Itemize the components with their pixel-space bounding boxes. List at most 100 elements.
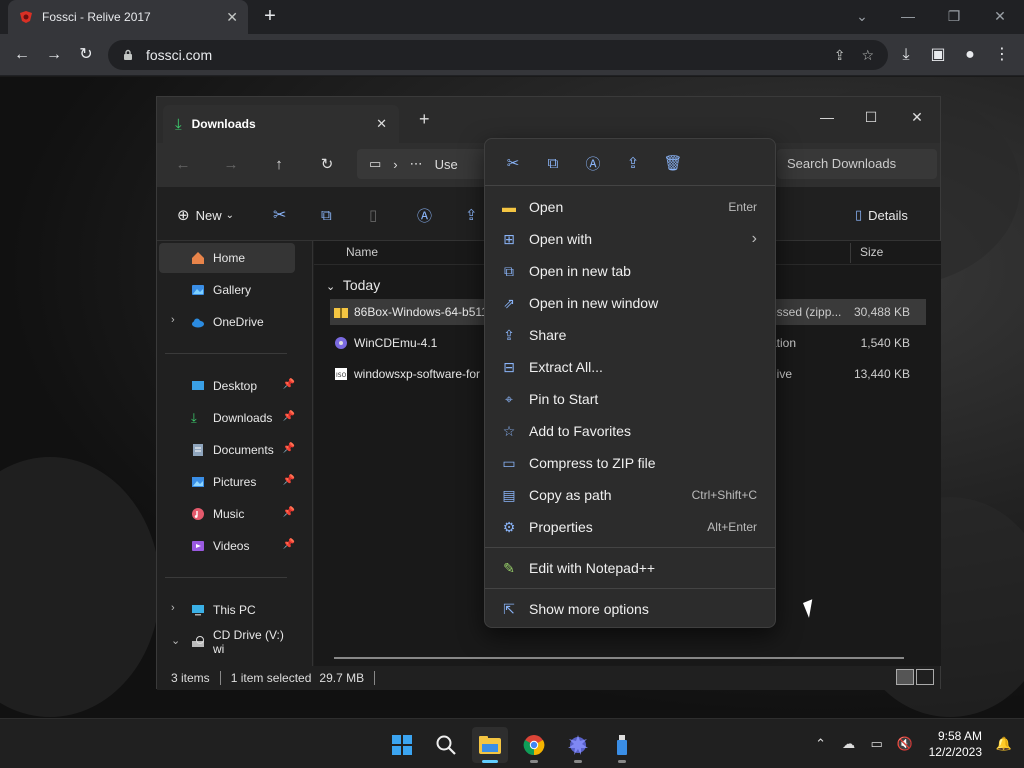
- chevron-down-icon[interactable]: ⌄: [171, 634, 180, 647]
- address-bar[interactable]: fossci.com ⇪ ☆: [108, 40, 888, 70]
- tiles-view-icon[interactable]: [916, 669, 934, 685]
- details-view-icon[interactable]: [896, 669, 914, 685]
- new-tab-button[interactable]: +: [258, 4, 282, 28]
- paste-icon[interactable]: ▯: [369, 201, 377, 229]
- profile-icon[interactable]: ●: [956, 42, 984, 68]
- taskbar-wincdemu[interactable]: [604, 727, 640, 763]
- sidebar-item-downloads[interactable]: ⤓ Downloads 📌: [159, 403, 295, 433]
- cut-icon[interactable]: ✂: [493, 145, 533, 181]
- breadcrumb-segment[interactable]: Use: [435, 157, 458, 172]
- pin-icon: 📌: [282, 443, 295, 454]
- menu-item-pin-to-start[interactable]: ⌖ Pin to Start: [491, 383, 771, 415]
- chevron-up-icon[interactable]: ⌃: [807, 736, 835, 752]
- sidebar-item-gallery[interactable]: Gallery: [159, 275, 295, 305]
- sidebar-item-this-pc[interactable]: › This PC: [159, 595, 295, 625]
- group-header-today[interactable]: ⌄ Today: [326, 277, 380, 293]
- explorer-tab-title: Downloads: [191, 117, 256, 131]
- taskbar-86box[interactable]: [560, 727, 596, 763]
- chevron-right-icon[interactable]: ›: [171, 602, 175, 614]
- menu-item-open-with[interactable]: ⊞ Open with ›: [491, 223, 771, 255]
- sidebar-item-pictures[interactable]: Pictures 📌: [159, 467, 295, 497]
- forward-arrow-icon[interactable]: →: [217, 151, 245, 179]
- sidebar-item-onedrive[interactable]: › OneDrive: [159, 307, 295, 337]
- network-icon[interactable]: ▭: [863, 736, 891, 752]
- start-button[interactable]: [384, 727, 420, 763]
- close-tab-icon[interactable]: ✕: [376, 116, 387, 132]
- menu-item-shortcut: Ctrl+Shift+C: [691, 488, 757, 502]
- close-tab-icon[interactable]: ✕: [226, 9, 238, 26]
- minimize-button[interactable]: —: [888, 2, 928, 30]
- reload-button[interactable]: ↻: [72, 42, 100, 68]
- cut-icon[interactable]: ✂: [273, 201, 286, 229]
- restore-button[interactable]: ❐: [934, 2, 974, 30]
- sidebar-item-documents[interactable]: Documents 📌: [159, 435, 295, 465]
- onedrive-tray-icon[interactable]: ☁: [835, 736, 863, 752]
- side-panel-icon[interactable]: ▣: [924, 42, 952, 68]
- share-icon[interactable]: ⇪: [613, 145, 653, 181]
- back-button[interactable]: ←: [8, 42, 36, 68]
- menu-item-edit-notepad-plus-plus[interactable]: ✎ Edit with Notepad++: [491, 552, 771, 584]
- chrome-menu-icon[interactable]: ⋮: [988, 42, 1016, 68]
- volume-muted-icon[interactable]: 🔇: [891, 736, 919, 752]
- share-icon[interactable]: ⇪: [834, 47, 846, 64]
- download-icon[interactable]: ⤓: [892, 42, 920, 68]
- browser-tab[interactable]: Fossci - Relive 2017 ✕: [8, 0, 248, 34]
- sidebar-item-desktop[interactable]: Desktop 📌: [159, 371, 295, 401]
- sidebar-item-cd-drive[interactable]: ⌄ CD Drive (V:) wi: [159, 627, 295, 657]
- search-button[interactable]: [428, 727, 464, 763]
- explorer-minimize-button[interactable]: —: [807, 103, 847, 131]
- menu-item-label: Add to Favorites: [529, 423, 631, 439]
- rename-icon[interactable]: Ⓐ: [417, 201, 432, 229]
- refresh-icon[interactable]: ↻: [313, 151, 341, 179]
- back-arrow-icon[interactable]: ←: [169, 151, 197, 179]
- file-size: 13,440 KB: [853, 367, 910, 381]
- sidebar-item-home[interactable]: Home: [159, 243, 295, 273]
- chevron-right-icon[interactable]: ›: [171, 314, 175, 326]
- explorer-tab-downloads[interactable]: ⤓ Downloads ✕: [163, 105, 399, 143]
- menu-item-copy-as-path[interactable]: ▤ Copy as path Ctrl+Shift+C: [491, 479, 771, 511]
- close-window-button[interactable]: ✕: [980, 2, 1020, 30]
- details-button[interactable]: ▯ Details: [855, 201, 908, 229]
- copy-icon[interactable]: ⧉: [321, 201, 332, 229]
- notification-bell-icon[interactable]: 🔔: [990, 736, 1018, 752]
- status-item-count: 3 items: [171, 671, 210, 685]
- menu-item-share[interactable]: ⇪ Share: [491, 319, 771, 351]
- clock[interactable]: 9:58 AM 12/2/2023: [929, 728, 982, 760]
- sidebar-item-music[interactable]: Music 📌: [159, 499, 295, 529]
- column-header-name[interactable]: Name: [346, 245, 378, 259]
- menu-item-properties[interactable]: ⚙ Properties Alt+Enter: [491, 511, 771, 543]
- search-input[interactable]: Search Downloads: [777, 149, 937, 179]
- menu-item-label: Compress to ZIP file: [529, 455, 656, 471]
- explorer-maximize-button[interactable]: ☐: [851, 103, 891, 131]
- rename-icon[interactable]: Ⓐ: [573, 145, 613, 181]
- new-button[interactable]: ⊕ New ⌄: [177, 201, 234, 229]
- delete-icon[interactable]: 🗑: [653, 145, 693, 181]
- breadcrumb-overflow-icon[interactable]: ⋯: [410, 156, 423, 172]
- chevron-down-icon: ⌄: [225, 209, 234, 221]
- copy-icon[interactable]: ⧉: [533, 145, 573, 181]
- tab-search-icon[interactable]: ⌄: [842, 2, 882, 30]
- horizontal-scrollbar[interactable]: [334, 657, 904, 659]
- menu-item-open-new-window[interactable]: ⇗ Open in new window: [491, 287, 771, 319]
- menu-item-open[interactable]: ▬ Open Enter: [491, 191, 771, 223]
- forward-button[interactable]: →: [40, 42, 68, 68]
- file-name: windowsxp-software-for: [354, 367, 481, 381]
- add-tab-button[interactable]: +: [419, 109, 430, 130]
- zip-folder-icon: [334, 305, 348, 319]
- system-tray: ⌃ ☁ ▭ 🔇 9:58 AM 12/2/2023 🔔: [807, 719, 1024, 768]
- taskbar-file-explorer[interactable]: [472, 727, 508, 763]
- sidebar-item-videos[interactable]: Videos 📌: [159, 531, 295, 561]
- usb-drive-icon: [617, 735, 627, 755]
- menu-item-compress-zip[interactable]: ▭ Compress to ZIP file: [491, 447, 771, 479]
- taskbar-chrome[interactable]: [516, 727, 552, 763]
- bookmark-star-icon[interactable]: ☆: [861, 47, 874, 64]
- column-header-size[interactable]: Size: [860, 245, 883, 259]
- menu-item-open-new-tab[interactable]: ⧉ Open in new tab: [491, 255, 771, 287]
- up-arrow-icon[interactable]: ↑: [265, 151, 293, 179]
- menu-item-add-to-favorites[interactable]: ☆ Add to Favorites: [491, 415, 771, 447]
- details-button-label: Details: [868, 207, 908, 223]
- share-icon[interactable]: ⇪: [465, 201, 478, 229]
- menu-item-extract-all[interactable]: ⊟ Extract All...: [491, 351, 771, 383]
- explorer-close-button[interactable]: ✕: [897, 103, 937, 131]
- menu-item-show-more-options[interactable]: ⇱ Show more options: [491, 593, 771, 625]
